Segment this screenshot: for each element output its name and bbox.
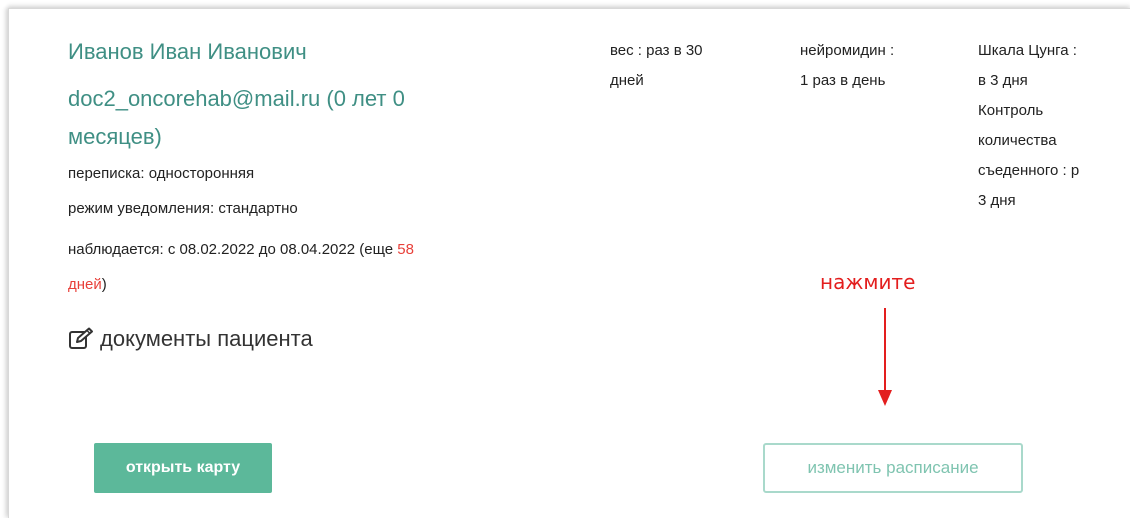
schedule-medication: нейромидин : 1 раз в день <box>800 36 950 96</box>
change-schedule-button[interactable]: изменить расписание <box>763 443 1023 493</box>
schedule-text: 3 дня <box>978 192 1016 209</box>
schedule-text: съеденного : р <box>978 162 1080 179</box>
arrow-down-icon <box>878 308 892 406</box>
remaining-days-word: дней <box>68 276 102 293</box>
edit-icon <box>69 327 93 349</box>
patient-age-months: месяцев) <box>68 124 162 149</box>
schedule-text: вес : раз в 30 <box>610 42 703 59</box>
patient-name[interactable]: Иванов Иван Иванович <box>68 36 307 68</box>
schedule-text: дней <box>610 72 644 89</box>
correspondence-mode: переписка: односторонняя <box>68 165 255 182</box>
schedule-text: в 3 дня <box>978 72 1028 89</box>
schedule-weight: вес : раз в 30 дней <box>610 36 760 96</box>
schedule-text: Шкала Цунга : <box>978 42 1077 59</box>
observation-dates: наблюдается: с 08.02.2022 до 08.04.2022 … <box>68 241 398 258</box>
observation-period: наблюдается: с 08.02.2022 до 08.04.2022 … <box>68 232 588 302</box>
schedule-text: нейромидин : <box>800 42 895 59</box>
open-card-button[interactable]: открыть карту <box>94 443 272 493</box>
schedule-text: 1 раз в день <box>800 72 886 89</box>
patient-email-age: doc2_oncorehab@mail.ru (0 лет 0 <box>68 86 405 111</box>
schedule-text: количества <box>978 132 1057 149</box>
click-hint-label: нажмите <box>820 270 916 294</box>
schedule-scales: Шкала Цунга : в 3 дня Контроль количеств… <box>978 36 1130 216</box>
notification-mode: режим уведомления: стандартно <box>68 200 298 217</box>
patient-documents-link[interactable]: документы пациента <box>68 326 313 352</box>
patient-documents-label: документы пациента <box>100 326 313 351</box>
remaining-days-count: 58 <box>397 241 414 258</box>
observation-suffix: ) <box>101 276 107 293</box>
schedule-text: Контроль <box>978 102 1044 119</box>
patient-contact: doc2_oncorehab@mail.ru (0 лет 0 месяцев) <box>68 80 538 156</box>
